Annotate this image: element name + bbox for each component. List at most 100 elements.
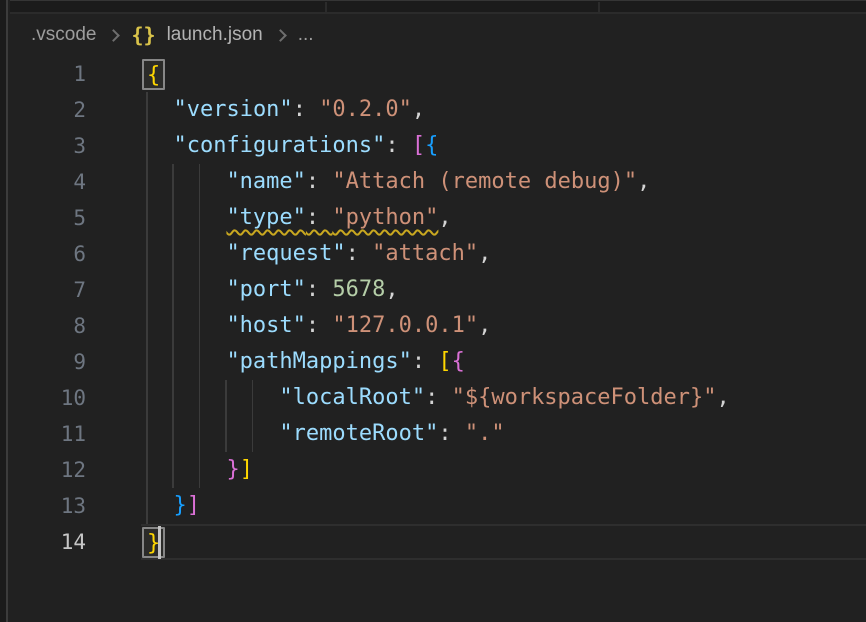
token: : xyxy=(306,205,333,230)
tab-divider xyxy=(598,2,600,12)
indent-guide xyxy=(172,308,174,344)
indent-guide xyxy=(146,164,148,200)
code-line[interactable]: 14} xyxy=(10,524,866,560)
indent-guide xyxy=(199,452,201,488)
code-text[interactable]: "request": "attach", xyxy=(226,236,491,272)
token: , xyxy=(637,169,650,194)
indent-guide xyxy=(146,200,148,236)
line-number[interactable]: 4 xyxy=(10,164,86,200)
token: : xyxy=(346,241,373,266)
breadcrumb-file[interactable]: launch.json xyxy=(167,24,263,46)
code-text[interactable]: "configurations": [{ xyxy=(173,128,438,164)
indent-guide xyxy=(146,236,148,272)
indent-guide xyxy=(199,380,201,416)
token: "localRoot" xyxy=(279,385,425,410)
indent-guide xyxy=(172,344,174,380)
code-text[interactable]: } xyxy=(147,524,161,560)
token: { xyxy=(452,349,465,374)
token: "host" xyxy=(226,313,305,338)
indent-guide xyxy=(146,452,148,488)
token: : xyxy=(293,97,320,122)
warning-squiggle: "type": "python" xyxy=(226,205,438,230)
code-line[interactable]: 13}] xyxy=(10,488,866,524)
indent-guide xyxy=(172,164,174,200)
token: "pathMappings" xyxy=(226,349,411,374)
token: "version" xyxy=(173,97,292,122)
json-file-icon: {} xyxy=(131,23,155,47)
line-number[interactable]: 6 xyxy=(10,236,86,272)
token: [ xyxy=(412,133,425,158)
line-number[interactable]: 3 xyxy=(10,128,86,164)
code-line[interactable]: 11 "remoteRoot": "." xyxy=(10,416,866,452)
line-number[interactable]: 5 xyxy=(10,200,86,236)
token: : xyxy=(412,349,439,374)
indent-guide xyxy=(199,164,201,200)
token: "configurations" xyxy=(173,133,385,158)
code-lines: 1{2"version": "0.2.0",3"configurations":… xyxy=(10,56,866,560)
code-text[interactable]: "version": "0.2.0", xyxy=(173,92,425,128)
tab-divider xyxy=(325,2,327,12)
code-line[interactable]: 6 "request": "attach", xyxy=(10,236,866,272)
code-line[interactable]: 3 "configurations": [{ xyxy=(10,128,866,164)
line-number[interactable]: 10 xyxy=(10,380,86,416)
code-text[interactable]: "host": "127.0.0.1", xyxy=(226,308,491,344)
line-number[interactable]: 13 xyxy=(10,488,86,524)
token: "0.2.0" xyxy=(319,97,412,122)
indent-guide xyxy=(172,416,174,452)
indent-guide xyxy=(146,128,148,164)
code-line[interactable]: 7 "port": 5678, xyxy=(10,272,866,308)
token: "type" xyxy=(226,205,305,230)
line-number[interactable]: 1 xyxy=(10,56,86,92)
line-number[interactable]: 2 xyxy=(10,92,86,128)
indent-guide xyxy=(225,416,227,452)
code-editor[interactable]: 1{2"version": "0.2.0",3"configurations":… xyxy=(10,56,866,622)
token: "remoteRoot" xyxy=(279,421,438,446)
token: "${workspaceFolder}" xyxy=(452,385,717,410)
token: "." xyxy=(465,421,505,446)
code-line[interactable]: 5 "type": "python", xyxy=(10,200,866,236)
token: : xyxy=(306,313,333,338)
token: : xyxy=(385,133,412,158)
chevron-right-icon xyxy=(108,29,121,42)
token: } xyxy=(173,493,186,518)
bracket-match: } xyxy=(142,527,165,558)
token: ] xyxy=(187,493,200,518)
line-number[interactable]: 11 xyxy=(10,416,86,452)
code-text[interactable]: "pathMappings": [{ xyxy=(226,344,464,380)
chevron-right-icon xyxy=(274,29,287,42)
code-line[interactable]: 8 "host": "127.0.0.1", xyxy=(10,308,866,344)
indent-guide xyxy=(146,92,148,128)
code-line[interactable]: 4 "name": "Attach (remote debug)", xyxy=(10,164,866,200)
indent-guide xyxy=(199,272,201,308)
indent-guide xyxy=(172,452,174,488)
code-text[interactable]: { xyxy=(147,56,160,92)
line-number[interactable]: 8 xyxy=(10,308,86,344)
code-line[interactable]: 10 "localRoot": "${workspaceFolder}", xyxy=(10,380,866,416)
code-text[interactable]: }] xyxy=(226,452,253,488)
code-text[interactable]: "localRoot": "${workspaceFolder}", xyxy=(279,380,729,416)
code-text[interactable]: "remoteRoot": "." xyxy=(279,416,504,452)
code-text[interactable]: "port": 5678, xyxy=(226,272,398,308)
token: "Attach (remote debug)" xyxy=(332,169,637,194)
token: "request" xyxy=(226,241,345,266)
token: { xyxy=(425,133,438,158)
breadcrumb-symbol-overflow[interactable]: ... xyxy=(298,24,314,46)
code-line[interactable]: 12}] xyxy=(10,452,866,488)
code-line[interactable]: 2 "version": "0.2.0", xyxy=(10,92,866,128)
code-line[interactable]: 9 "pathMappings": [{ xyxy=(10,344,866,380)
line-number[interactable]: 14 xyxy=(10,524,86,560)
code-line[interactable]: 1{ xyxy=(10,56,866,92)
code-text[interactable]: "name": "Attach (remote debug)", xyxy=(226,164,650,200)
panel-left-edge xyxy=(0,0,8,622)
breadcrumb-folder[interactable]: .vscode xyxy=(31,24,96,46)
token: , xyxy=(385,277,398,302)
line-number[interactable]: 7 xyxy=(10,272,86,308)
code-text[interactable]: "type": "python", xyxy=(226,200,451,236)
indent-guide xyxy=(199,344,201,380)
code-text[interactable]: }] xyxy=(173,488,200,524)
token: "port" xyxy=(226,277,305,302)
line-number[interactable]: 12 xyxy=(10,452,86,488)
text-cursor xyxy=(158,526,161,559)
line-number[interactable]: 9 xyxy=(10,344,86,380)
token: "name" xyxy=(226,169,305,194)
